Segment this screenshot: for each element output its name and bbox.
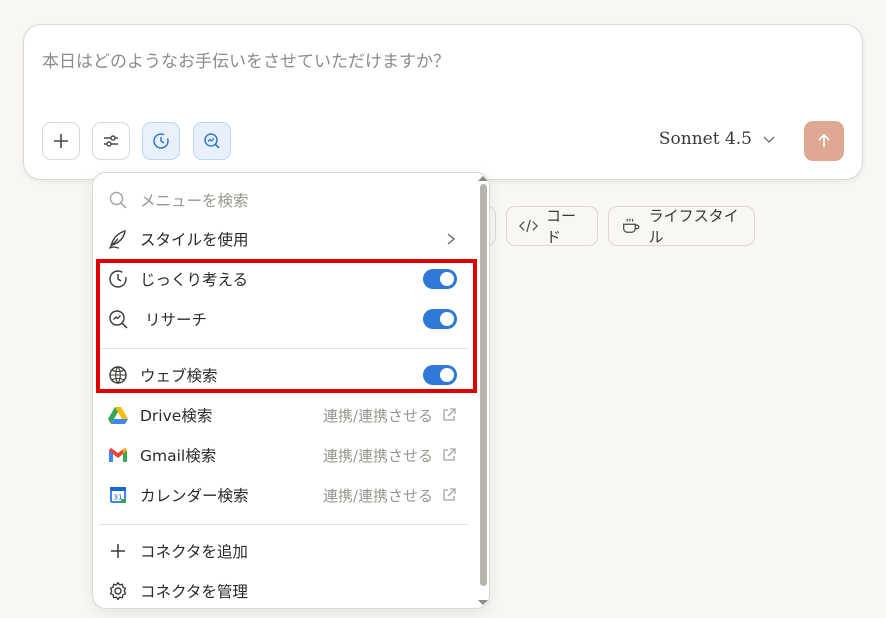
- menu-item-manage-connector[interactable]: コネクタを管理: [93, 573, 473, 608]
- code-icon: [519, 219, 539, 233]
- menu-item-drive[interactable]: Drive検索 連携/連携させる: [93, 397, 473, 433]
- quill-icon: [107, 228, 129, 250]
- add-button[interactable]: [42, 122, 80, 160]
- menu-scrollbar[interactable]: [480, 184, 487, 586]
- send-button[interactable]: [804, 121, 844, 161]
- gear-icon: [107, 580, 129, 602]
- chevron-right-icon: [445, 232, 457, 246]
- menu-item-label: Drive検索: [140, 407, 213, 425]
- scroll-down-arrow[interactable]: [478, 600, 488, 605]
- google-drive-icon: [107, 404, 129, 426]
- chip-code[interactable]: コード: [506, 206, 598, 246]
- menu-item-use-style[interactable]: スタイルを使用: [93, 221, 473, 257]
- menu-item-label: コネクタを追加: [140, 543, 248, 561]
- scroll-up-arrow[interactable]: [478, 176, 488, 181]
- extended-thinking-button[interactable]: [142, 122, 180, 160]
- connect-label: 連携/連携させる: [322, 446, 433, 465]
- search-icon: [107, 189, 129, 211]
- menu-item-add-connector[interactable]: コネクタを追加: [93, 533, 473, 569]
- menu-item-gmail[interactable]: Gmail検索 連携/連携させる: [93, 437, 473, 473]
- chevron-down-icon: [763, 136, 775, 143]
- connect-label: 連携/連携させる: [322, 406, 433, 425]
- highlight-annotation: [96, 259, 477, 393]
- menu-item-label: スタイルを使用: [140, 231, 249, 249]
- menu-search[interactable]: メニューを検索: [93, 182, 473, 218]
- coffee-cup-icon: [623, 218, 640, 233]
- menu-item-calendar[interactable]: 31 カレンダー検索 連携/連携させる: [93, 477, 473, 513]
- menu-search-input[interactable]: メニューを検索: [140, 189, 249, 211]
- chip-lifestyle-label: ライフスタイル: [648, 207, 739, 246]
- model-selector[interactable]: Sonnet 4.5: [659, 129, 776, 149]
- sliders-icon: [104, 135, 118, 147]
- menu-item-label: カレンダー検索: [140, 487, 249, 505]
- gmail-icon: [107, 444, 129, 466]
- google-calendar-icon: 31: [107, 484, 129, 506]
- prompt-input[interactable]: 本日はどのようなお手伝いをさせていただけますか？: [42, 47, 450, 72]
- chip-lifestyle[interactable]: ライフスタイル: [608, 206, 755, 246]
- chat-composer: 本日はどのようなお手伝いをさせていただけますか？ Sonnet 4.5: [23, 24, 863, 180]
- research-button[interactable]: [193, 122, 231, 160]
- settings-button[interactable]: [92, 122, 130, 160]
- research-icon: [204, 133, 220, 149]
- external-link-icon: [443, 488, 456, 501]
- menu-divider: [99, 524, 467, 525]
- menu-item-label: Gmail検索: [140, 447, 217, 465]
- connect-label: 連携/連携させる: [322, 486, 433, 505]
- plus-icon: [54, 134, 68, 148]
- arrow-up-icon: [818, 133, 830, 147]
- external-link-icon: [443, 448, 456, 461]
- svg-text:31: 31: [114, 494, 123, 502]
- plus-icon: [107, 540, 129, 562]
- clock-icon: [153, 133, 169, 149]
- menu-item-label: コネクタを管理: [140, 583, 248, 601]
- external-link-icon: [443, 408, 456, 421]
- chip-code-label: コード: [546, 207, 577, 246]
- model-name: Sonnet 4.5: [658, 129, 752, 149]
